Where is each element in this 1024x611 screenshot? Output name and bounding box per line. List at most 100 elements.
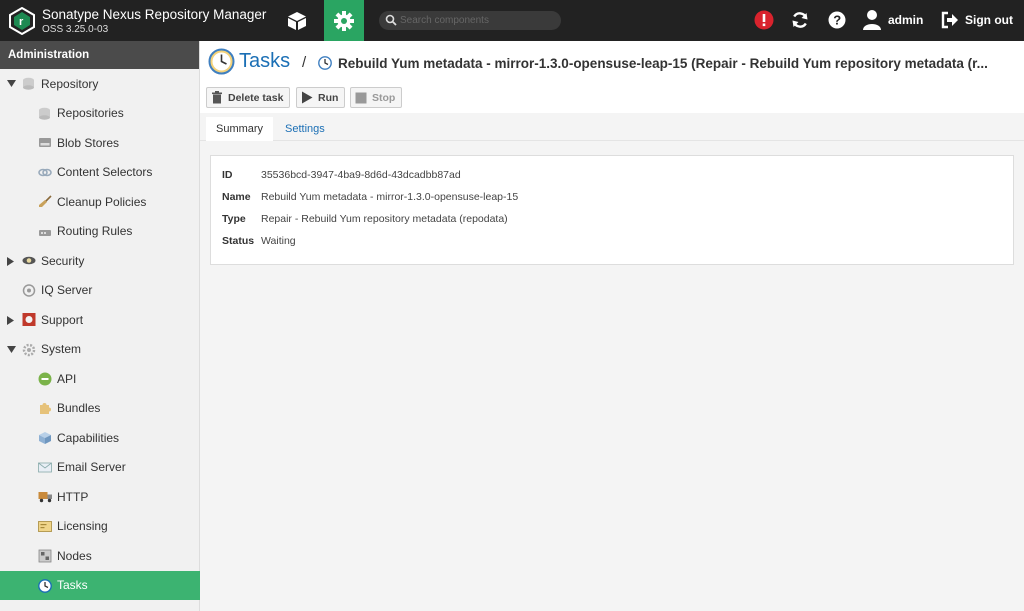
sidebar-item-label: API [57, 371, 77, 386]
title-bar: Tasks / Rebuild Yum metadata - mirror-1.… [200, 41, 1024, 84]
search-input[interactable] [400, 13, 550, 28]
search-box[interactable] [379, 11, 561, 30]
sidebar-item-capabilities[interactable]: Capabilities [0, 423, 200, 452]
nodes-icon [38, 549, 52, 563]
status-value: Waiting [261, 235, 296, 247]
sidebar-item-label: Content Selectors [57, 165, 153, 179]
user-menu-button[interactable]: admin [862, 8, 923, 32]
puzzle-icon [40, 402, 51, 414]
summary-row-status: Status Waiting [222, 232, 296, 250]
sidebar-title: Administration [0, 41, 199, 69]
user-icon [863, 10, 881, 30]
expanded-arrow-icon[interactable] [7, 345, 16, 353]
sidebar-item-label: Email Server [57, 460, 126, 474]
sidebar-item-label: Blob Stores [57, 135, 120, 150]
name-value: Rebuild Yum metadata - mirror-1.3.0-open… [261, 191, 519, 203]
help-icon: ? [828, 11, 846, 29]
task-tabs: Summary Settings [200, 113, 1024, 141]
id-label: ID [222, 169, 233, 181]
eye-icon [22, 256, 36, 265]
admin-sidebar: Administration Repository Repositories B… [0, 41, 200, 611]
refresh-icon [792, 12, 808, 28]
top-bar: r Sonatype Nexus Repository Manager OSS … [0, 0, 1024, 41]
summary-row-name: Name Rebuild Yum metadata - mirror-1.3.0… [222, 188, 518, 206]
browse-button[interactable] [277, 0, 317, 41]
sidebar-item-system[interactable]: System [0, 335, 200, 364]
sidebar-item-label: Security [41, 253, 85, 268]
gear-icon [334, 10, 354, 31]
run-label: Run [318, 91, 339, 104]
page-title[interactable]: Tasks [239, 50, 290, 73]
drive-icon [39, 138, 51, 147]
sidebar-item-label: Cleanup Policies [57, 194, 147, 209]
link-icon [38, 168, 52, 176]
search-icon [385, 14, 397, 26]
sidebar-item-api[interactable]: API [0, 364, 200, 393]
summary-row-type: Type Repair - Rebuild Yum repository met… [222, 210, 508, 228]
administration-button[interactable] [324, 0, 364, 41]
clock-icon [318, 56, 332, 70]
main-content: Tasks / Rebuild Yum metadata - mirror-1.… [200, 41, 1024, 611]
nexus-logo-icon[interactable]: r [9, 7, 35, 35]
sidebar-item-label: Bundles [57, 401, 101, 415]
sidebar-item-nodes[interactable]: Nodes [0, 541, 200, 570]
tab-summary[interactable]: Summary [206, 117, 274, 141]
refresh-button[interactable] [790, 10, 810, 30]
sidebar-item-label: Tasks [57, 578, 88, 592]
license-icon [38, 520, 52, 532]
expanded-arrow-icon[interactable] [7, 80, 16, 87]
app-title: Sonatype Nexus Repository Manager [42, 7, 267, 22]
delete-task-label: Delete task [228, 91, 284, 104]
collapsed-arrow-icon[interactable] [7, 257, 14, 266]
sidebar-item-http[interactable]: HTTP [0, 482, 200, 511]
sidebar-item-label: Capabilities [57, 430, 120, 445]
id-value: 35536bcd-3947-4ba9-8d6d-43dcadbb87ad [261, 169, 461, 181]
stop-button[interactable]: Stop [350, 87, 403, 108]
run-button[interactable]: Run [296, 87, 346, 108]
lifebuoy-icon [22, 313, 36, 326]
sidebar-item-iq-server[interactable]: IQ Server [0, 276, 200, 305]
trash-icon [212, 91, 222, 104]
sidebar-item-blob-stores[interactable]: Blob Stores [0, 128, 200, 157]
api-icon [38, 372, 52, 386]
sidebar-item-label: Routing Rules [57, 224, 133, 238]
name-label: Name [222, 191, 251, 203]
router-icon [39, 229, 51, 236]
help-button[interactable]: ? [827, 10, 847, 30]
stop-icon [355, 92, 367, 103]
sidebar-item-support[interactable]: Support [0, 305, 200, 334]
sidebar-item-bundles[interactable]: Bundles [0, 394, 200, 423]
sidebar-item-repositories[interactable]: Repositories [0, 99, 200, 128]
sidebar-item-cleanup-policies[interactable]: Cleanup Policies [0, 187, 200, 216]
status-label: Status [222, 235, 255, 247]
delete-task-button[interactable]: Delete task [206, 87, 291, 108]
tasks-clock-icon [208, 48, 235, 75]
database-icon [23, 77, 34, 90]
tab-settings[interactable]: Settings [275, 117, 335, 141]
clock-icon [38, 578, 52, 593]
breadcrumb-current: Rebuild Yum metadata - mirror-1.3.0-open… [338, 56, 988, 71]
sign-out-button[interactable]: Sign out [941, 8, 1013, 32]
sidebar-item-routing-rules[interactable]: Routing Rules [0, 217, 200, 246]
cube-icon [288, 11, 306, 30]
sidebar-item-repository[interactable]: Repository [0, 69, 200, 98]
sign-out-label: Sign out [965, 13, 1013, 27]
sidebar-item-label: HTTP [57, 489, 89, 504]
svg-text:r: r [19, 16, 24, 28]
sign-out-icon [941, 11, 958, 29]
sidebar-item-label: Nodes [57, 548, 92, 563]
sidebar-item-content-selectors[interactable]: Content Selectors [0, 158, 200, 187]
type-label: Type [222, 213, 246, 225]
sidebar-item-licensing[interactable]: Licensing [0, 512, 200, 541]
system-alert-button[interactable] [754, 10, 774, 30]
sidebar-item-label: IQ Server [41, 283, 93, 297]
type-value: Repair - Rebuild Yum repository metadata… [261, 213, 508, 225]
sidebar-item-label: Repositories [57, 106, 124, 120]
database-icon [39, 107, 50, 120]
app-version: OSS 3.25.0-03 [42, 24, 109, 35]
svg-text:?: ? [833, 13, 841, 28]
sidebar-item-email-server[interactable]: Email Server [0, 453, 200, 482]
sidebar-item-security[interactable]: Security [0, 246, 200, 275]
collapsed-arrow-icon[interactable] [7, 316, 14, 325]
sidebar-item-tasks[interactable]: Tasks [0, 570, 200, 600]
